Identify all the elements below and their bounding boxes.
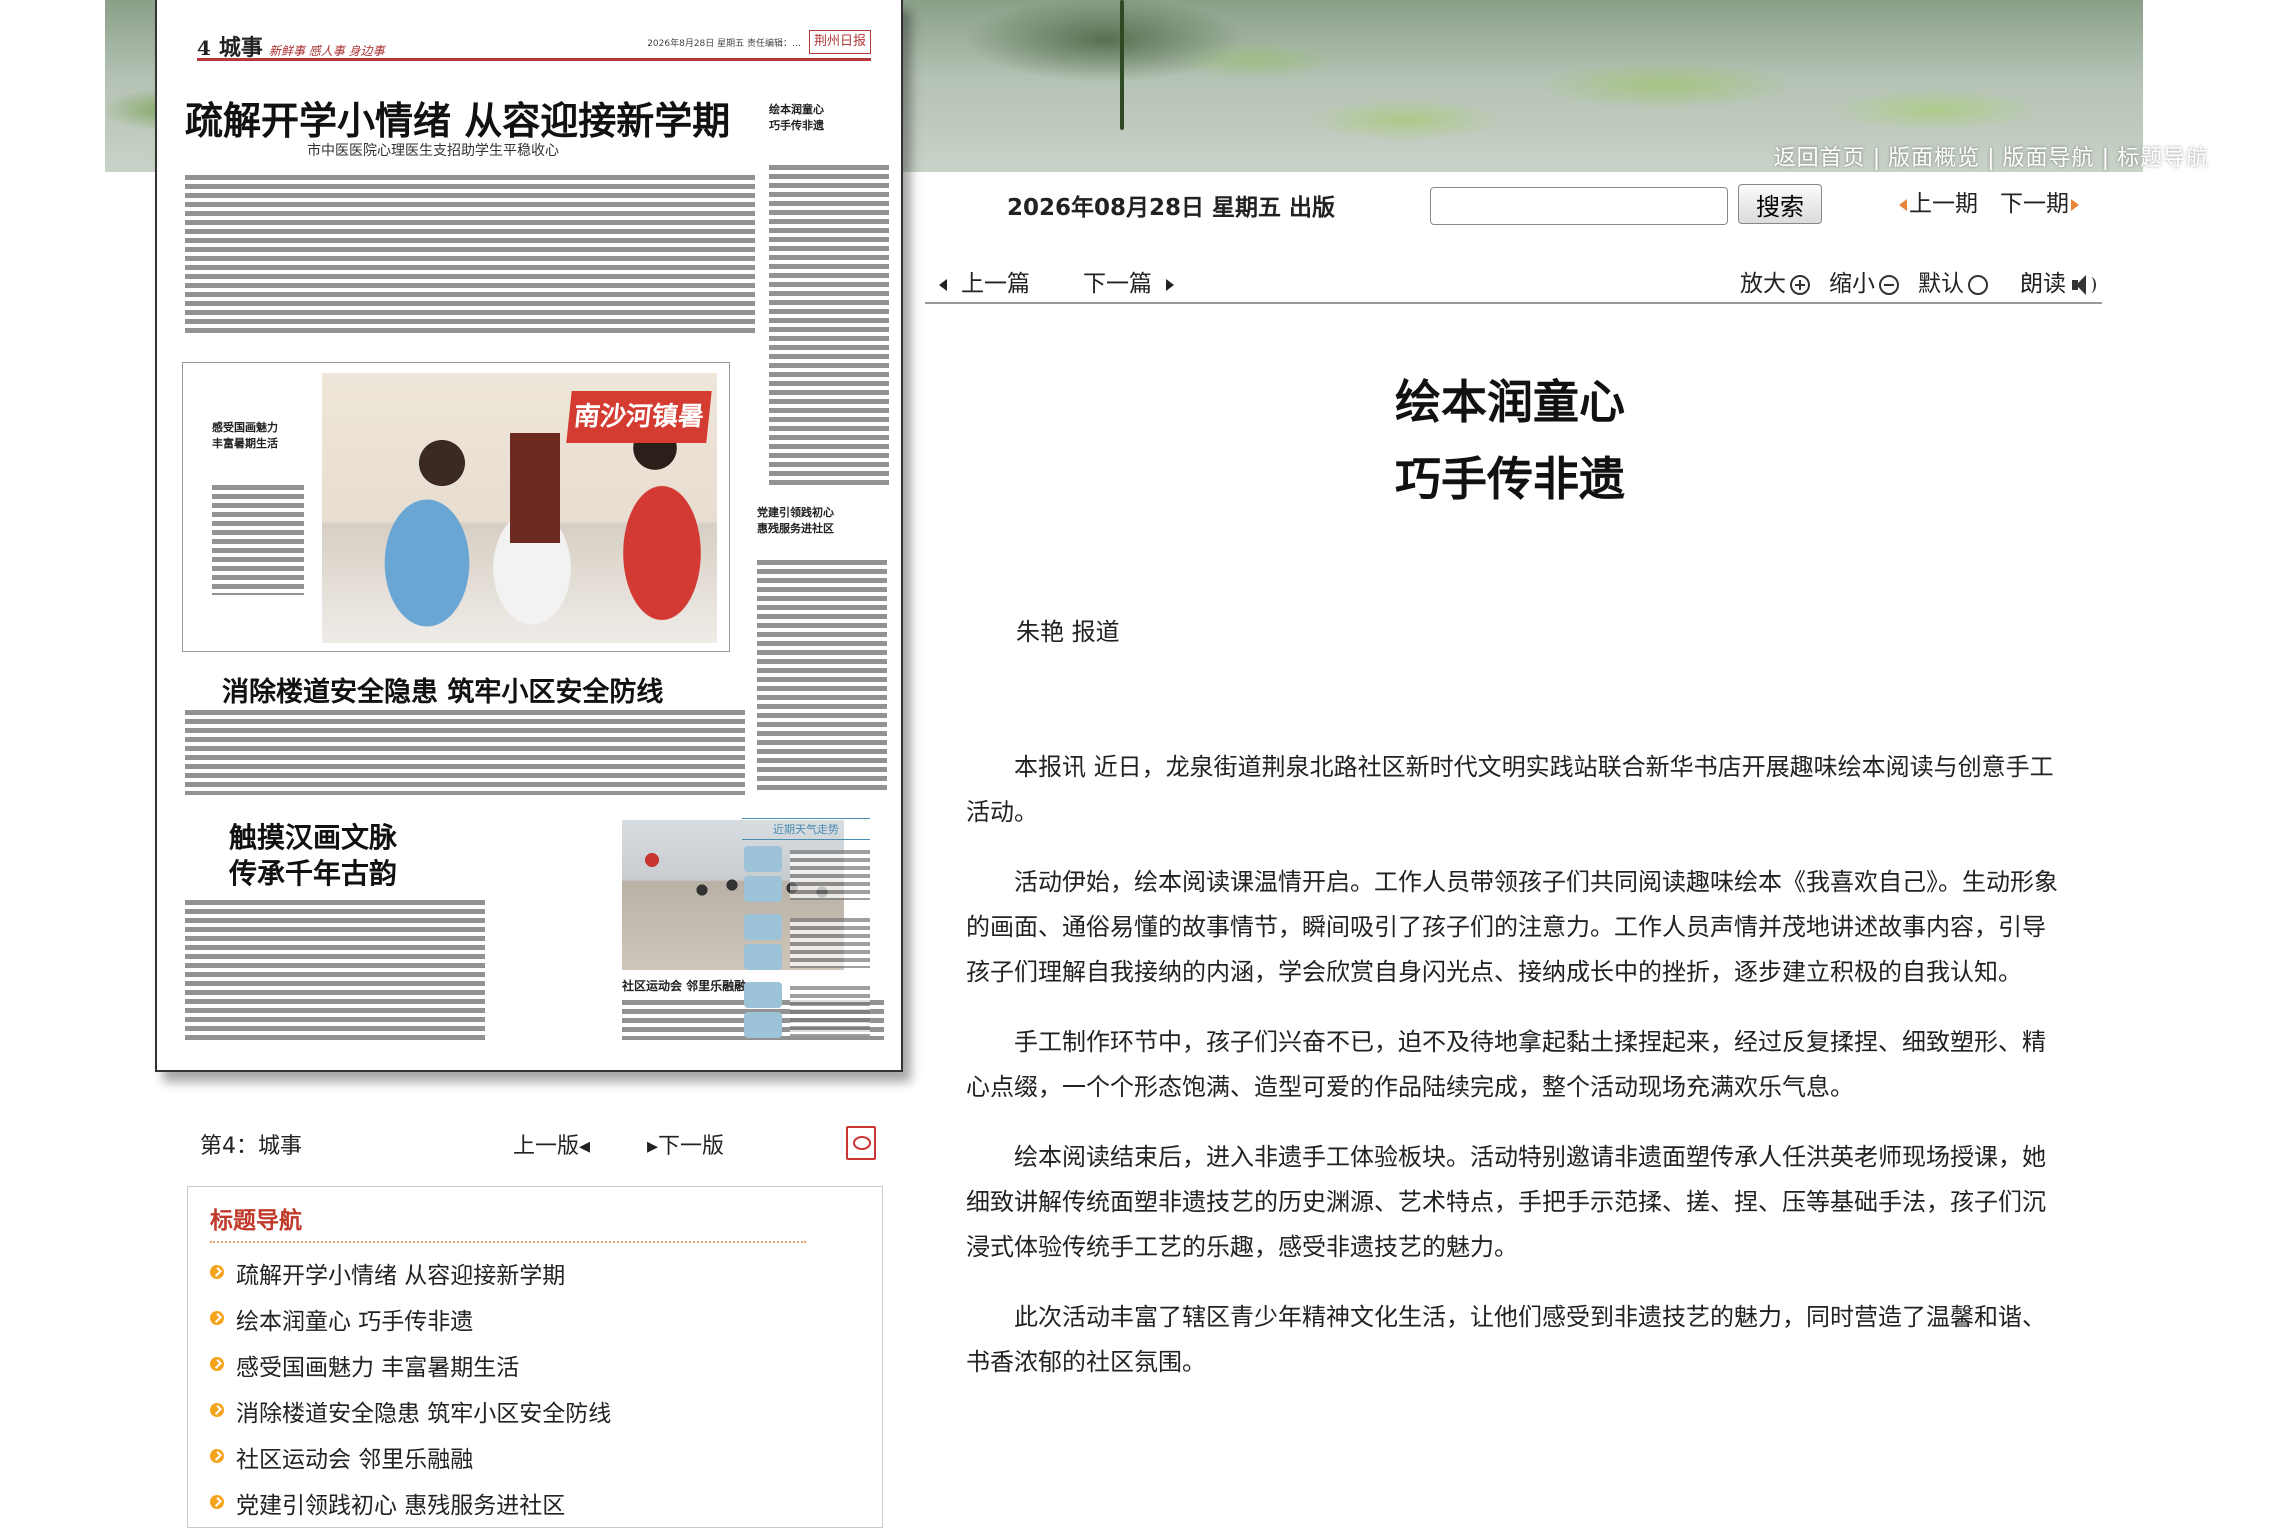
subhead-1: 市中医医院心理医生支招助学生平稳收心 (307, 143, 559, 159)
article-text-block (185, 900, 485, 1040)
zoom-in-button[interactable]: 放大 (1740, 264, 1810, 298)
weather-icon (744, 982, 782, 1008)
arrow-bullet-icon (210, 1265, 224, 1279)
arrow-bullet-icon (210, 1403, 224, 1417)
prev-page-link[interactable]: 上一版◂ (513, 1128, 590, 1160)
article-paragraph: 活动伊始，绘本阅读课温情开启。工作人员带领孩子们共同阅读趣味绘本《我喜欢自己》。… (966, 868, 2058, 986)
newspaper-logo: 荆州日报 (809, 30, 871, 54)
headline-3[interactable]: 触摸汉画文脉 传承千年古韵 (229, 820, 397, 892)
weather-icon (744, 876, 782, 902)
weather-icon (744, 944, 782, 970)
arrow-bullet-icon (210, 1449, 224, 1463)
arrow-bullet-icon (210, 1495, 224, 1509)
article-paragraph: 本报讯 近日，龙泉街道荆泉北路社区新时代文明实践站联合新华书店开展趣味绘本阅读与… (966, 753, 2054, 826)
article-navigation: 上一篇 下一篇 放大 缩小 默认 朗读 (925, 262, 2102, 304)
link-title-navigation[interactable]: 标题导航 (2117, 146, 2209, 171)
article-text-block (769, 165, 889, 485)
article-text-block (212, 485, 304, 595)
prev-article-link[interactable]: 上一篇 (939, 264, 1030, 298)
headline-1[interactable]: 疏解开学小情绪 从容迎接新学期 (185, 90, 730, 145)
link-page-overview[interactable]: 版面概览 (1888, 146, 1980, 171)
next-page-link[interactable]: ▸下一版 (647, 1128, 724, 1160)
title-nav-item[interactable]: 疏解开学小情绪 从容迎接新学期 (210, 1253, 611, 1299)
search-button[interactable]: 搜索 (1738, 184, 1822, 224)
title-nav-item[interactable]: 党建引领践初心 惠残服务进社区 (210, 1483, 611, 1529)
lotus-stem (1120, 0, 1124, 130)
arrow-right-icon (2070, 198, 2079, 211)
triangle-right-icon (1166, 278, 1174, 291)
next-issue-link[interactable]: 下一期 (2000, 191, 2069, 217)
speaker-icon (2070, 273, 2096, 297)
weather-icon (744, 1012, 782, 1038)
article-paragraph: 绘本阅读结束后，进入非遗手工体验板块。活动特别邀请非遗面塑传承人任洪英老师现场授… (966, 1143, 2046, 1261)
arrow-left-icon (1899, 198, 1907, 211)
circle-icon (1968, 274, 1988, 295)
title-nav-item[interactable]: 社区运动会 邻里乐融融 (210, 1437, 611, 1483)
article-byline: 朱艳 报道 (1016, 618, 1120, 646)
side-headline-2[interactable]: 感受国画魅力 丰富暑期生活 (212, 420, 278, 452)
prev-issue-link[interactable]: 上一期 (1909, 191, 1978, 217)
article-title-line2: 巧手传非遗 (1395, 452, 1625, 506)
zoom-out-button[interactable]: 缩小 (1829, 264, 1899, 298)
pdf-icon[interactable] (846, 1126, 876, 1160)
article-paragraph: 手工制作环节中，孩子们兴奋不已，迫不及待地拿起黏土揉捏起来，经过反复揉捏、细致塑… (966, 1028, 2046, 1101)
photo-caption: 社区运动会 邻里乐融融 (622, 979, 747, 993)
toolbar: 2026年08月28日 星期五 出版 搜索 上一期 下一期 (900, 172, 2143, 232)
top-links: 返回首页 | 版面概览 | 版面导航 | 标题导航 (1773, 146, 2209, 171)
weather-icon (744, 846, 782, 872)
zoom-default-button[interactable]: 默认 (1918, 264, 1988, 298)
triangle-left-icon (939, 278, 947, 291)
read-aloud-button[interactable]: 朗读 (2020, 264, 2096, 298)
side-headline-3[interactable]: 党建引领践初心 惠残服务进社区 (757, 505, 834, 537)
title-nav-item[interactable]: 感受国画魅力 丰富暑期生活 (210, 1345, 611, 1391)
masthead: 4 城事 新鲜事 感人事 身边事 2026年8月28日 星期五 责任编辑：… 荆州日… (197, 30, 871, 61)
title-nav-item[interactable]: 消除楼道安全隐患 筑牢小区安全防线 (210, 1391, 611, 1437)
weather-box: 近期天气走势 (742, 818, 870, 1048)
search-input[interactable] (1430, 187, 1728, 225)
article-paragraph: 此次活动丰富了辖区青少年精神文化生活，让他们感受到非遗技艺的魅力，同时营造了温馨… (966, 1303, 2046, 1376)
zoom-out-icon (1879, 274, 1899, 295)
title-nav-list: 疏解开学小情绪 从容迎接新学期 绘本润童心 巧手传非遗 感受国画魅力 丰富暑期生… (210, 1253, 611, 1529)
article-text-block (185, 175, 755, 335)
divider (210, 1241, 806, 1243)
article-text-block (757, 560, 887, 790)
zoom-in-icon (1790, 274, 1810, 295)
article-body: 本报讯 近日，龙泉街道荆泉北路社区新时代文明实践站联合新华书店开展趣味绘本阅读与… (966, 745, 2062, 1410)
news-photo-painting[interactable]: 南沙河镇暑 (322, 373, 717, 643)
article-title-line1: 绘本润童心 (1395, 375, 1625, 429)
title-navigation-panel: 标题导航 疏解开学小情绪 从容迎接新学期 绘本润童心 巧手传非遗 感受国画魅力 … (187, 1186, 883, 1528)
page-label: 第4：城事 (200, 1134, 302, 1159)
newspaper-page[interactable]: 4 城事 新鲜事 感人事 身边事 2026年8月28日 星期五 责任编辑：… 荆州日… (155, 0, 903, 1072)
arrow-bullet-icon (210, 1311, 224, 1325)
title-nav-heading: 标题导航 (210, 1208, 302, 1234)
side-headline-1[interactable]: 绘本润童心 巧手传非遗 (769, 102, 824, 134)
article-text-block (185, 710, 745, 795)
link-page-navigation[interactable]: 版面导航 (2003, 146, 2095, 171)
issue-date: 2026年08月28日 星期五 出版 (1007, 195, 1336, 221)
next-article-link[interactable]: 下一篇 (1083, 264, 1174, 298)
link-home[interactable]: 返回首页 (1774, 146, 1866, 171)
headline-2[interactable]: 消除楼道安全隐患 筑牢小区安全防线 (222, 670, 663, 709)
arrow-bullet-icon (210, 1357, 224, 1371)
issue-navigation: 上一期 下一期 (1899, 184, 2079, 218)
weather-icon (744, 914, 782, 940)
title-nav-item[interactable]: 绘本润童心 巧手传非遗 (210, 1299, 611, 1345)
